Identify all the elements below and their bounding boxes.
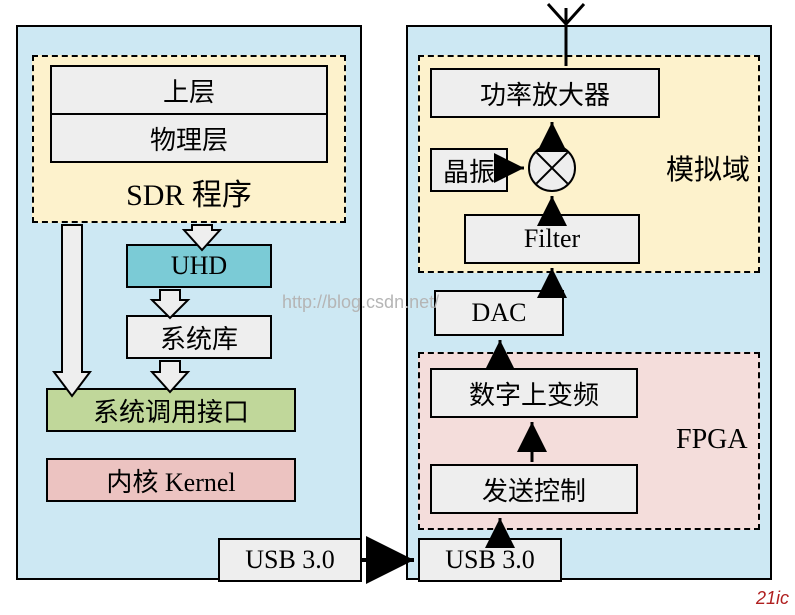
syslib-block: 系统库 xyxy=(126,315,272,359)
filter-block: Filter xyxy=(464,214,640,264)
duc-block: 数字上变频 xyxy=(430,368,638,418)
fpga-label: FPGA xyxy=(676,424,748,456)
dac-block: DAC xyxy=(434,290,564,336)
txctrl-label: 发送控制 xyxy=(482,471,586,508)
kernel-block: 内核 Kernel xyxy=(46,458,296,502)
filter-label: Filter xyxy=(524,224,580,254)
antenna-icon xyxy=(548,4,584,24)
uhd-label: UHD xyxy=(171,251,227,281)
power-amplifier: 功率放大器 xyxy=(430,68,660,118)
sdr-phy-layer-label: 物理层 xyxy=(150,120,228,157)
power-amplifier-label: 功率放大器 xyxy=(480,75,610,112)
usb-left-label: USB 3.0 xyxy=(245,545,335,575)
usb-right: USB 3.0 xyxy=(418,538,562,582)
usb-right-label: USB 3.0 xyxy=(445,545,535,575)
txctrl-block: 发送控制 xyxy=(430,464,638,514)
usb-left: USB 3.0 xyxy=(218,538,362,582)
syscall-block: 系统调用接口 xyxy=(46,388,296,432)
sdr-upper-layer: 上层 xyxy=(50,65,328,115)
kernel-label: 内核 Kernel xyxy=(106,462,235,499)
sdr-program-label: SDR 程序 xyxy=(32,170,346,214)
sdr-phy-layer: 物理层 xyxy=(50,113,328,163)
syscall-label: 系统调用接口 xyxy=(93,392,249,429)
sdr-upper-layer-label: 上层 xyxy=(163,72,215,109)
oscillator-label: 晶振 xyxy=(443,152,495,189)
uhd-block: UHD xyxy=(126,244,272,288)
mixer-icon xyxy=(528,144,576,192)
syslib-label: 系统库 xyxy=(160,319,238,356)
dac-label: DAC xyxy=(472,298,527,328)
duc-label: 数字上变频 xyxy=(469,375,599,412)
analog-domain-label: 模拟域 xyxy=(666,148,750,188)
corner-badge: 21ic xyxy=(756,588,789,609)
oscillator: 晶振 xyxy=(430,148,508,192)
